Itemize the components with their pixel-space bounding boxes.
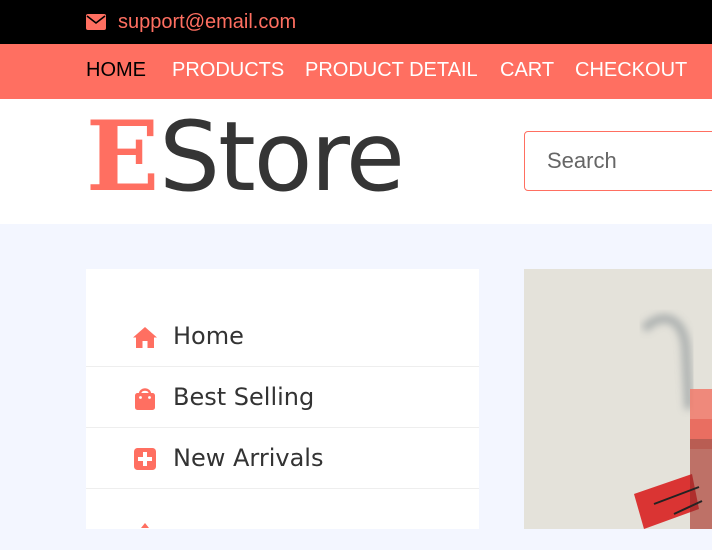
shopping-bag-icon <box>135 388 155 410</box>
sidebar-item-label: Best Selling <box>173 383 315 411</box>
sidebar-item-home[interactable]: Home <box>86 306 479 367</box>
logo-text: Store <box>159 101 405 213</box>
sidebar-item-partial[interactable] <box>86 489 479 550</box>
sidebar-item-label: Home <box>173 322 244 350</box>
search-input[interactable] <box>524 131 712 191</box>
plus-square-icon <box>134 448 156 470</box>
category-sidebar: Home Best Selling New Arrivals <box>86 269 479 529</box>
sidebar-item-label: New Arrivals <box>173 444 324 472</box>
support-email-text: support@email.com <box>118 10 297 33</box>
nav-cart[interactable]: CART <box>500 59 554 82</box>
nav-products[interactable]: PRODUCTS <box>172 59 284 82</box>
support-email[interactable]: support@email.com <box>86 9 296 35</box>
nav-product-detail[interactable]: PRODUCT DETAIL <box>305 59 478 82</box>
top-bar: support@email.com <box>0 0 712 44</box>
shopping-cart-photo <box>524 269 712 529</box>
logo-initial: E <box>86 100 160 213</box>
home-icon <box>133 327 157 348</box>
sidebar-item-best-selling[interactable]: Best Selling <box>86 367 479 428</box>
site-logo[interactable]: EStore <box>86 100 405 213</box>
hero-banner[interactable] <box>524 269 712 529</box>
main-nav: HOME PRODUCTS PRODUCT DETAIL CART CHECKO… <box>0 44 712 99</box>
envelope-icon <box>86 14 106 30</box>
sidebar-item-new-arrivals[interactable]: New Arrivals <box>86 428 479 489</box>
nav-home[interactable]: HOME <box>86 59 146 82</box>
nav-checkout[interactable]: CHECKOUT <box>575 59 687 82</box>
